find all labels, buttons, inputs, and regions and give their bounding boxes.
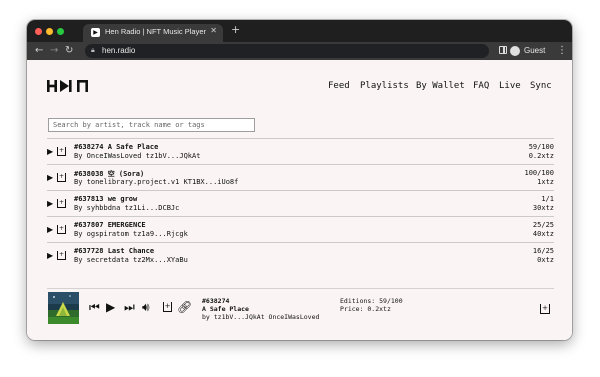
cover-art-image[interactable] — [48, 292, 79, 324]
previous-track-icon[interactable]: ⏮ — [89, 300, 100, 314]
track-price: 0.2xtz — [528, 152, 554, 160]
nav-live[interactable]: Live — [499, 81, 521, 91]
play-icon[interactable]: ▶ — [47, 173, 53, 182]
play-icon[interactable]: ▶ — [106, 300, 115, 314]
forward-arrow-icon[interactable]: → — [50, 44, 58, 57]
track-editions: 59/100 — [528, 143, 554, 151]
track-row[interactable]: ▶ + #637728 Last Chance By secretdata tz… — [47, 242, 554, 268]
track-price: 40xtz — [532, 230, 554, 238]
close-window-button[interactable] — [35, 28, 42, 35]
track-row[interactable]: ▶ + #637813 we grow By syhbbdna tz1Li...… — [47, 190, 554, 216]
nav-sync[interactable]: Sync — [530, 81, 552, 91]
player-track-title: A Safe Place — [202, 305, 249, 313]
play-icon[interactable]: ▶ — [47, 225, 53, 234]
tab-title: Hen Radio | NFT Music Player — [105, 27, 207, 36]
add-to-playlist-icon[interactable]: + — [57, 225, 66, 234]
hen-logo[interactable] — [47, 80, 89, 92]
avatar-icon — [510, 46, 520, 56]
track-editions: 1/1 — [541, 195, 554, 203]
side-panel-icon[interactable] — [499, 46, 507, 54]
track-price: 0xtz — [537, 256, 554, 264]
new-tab-button[interactable]: + — [231, 24, 240, 36]
maximize-window-button[interactable] — [57, 28, 64, 35]
add-to-playlist-icon[interactable]: + — [57, 147, 66, 156]
track-editions: 25/25 — [532, 221, 554, 229]
add-to-playlist-icon[interactable]: + — [57, 251, 66, 260]
list-divider — [47, 288, 554, 289]
browser-window: ▶ Hen Radio | NFT Music Player ✕ + ← → ↻… — [27, 20, 572, 340]
play-icon[interactable]: ▶ — [47, 147, 53, 156]
nav-by-wallet[interactable]: By Wallet — [416, 81, 465, 91]
track-row[interactable]: ▶ + #637807 EMERGENCE By ogspiratom tz1a… — [47, 216, 554, 242]
player-price: Price: 0.2xtz — [340, 305, 391, 313]
minimize-window-button[interactable] — [46, 28, 53, 35]
track-price: 1xtz — [537, 178, 554, 186]
browser-toolbar: ← → ↻ 🔒︎ hen.radio Guest ⋮ — [27, 42, 572, 60]
track-editions: 100/100 — [524, 169, 554, 177]
back-arrow-icon[interactable]: ← — [35, 44, 43, 57]
track-list: ▶ + #638274 A Safe Place By OnceIWasLove… — [47, 138, 554, 268]
track-editions: 16/25 — [532, 247, 554, 255]
add-to-playlist-icon[interactable]: + — [540, 304, 550, 314]
track-artist[interactable]: By syhbbdna tz1Li...DCBJc — [74, 204, 179, 212]
next-track-icon[interactable]: ⏭ — [124, 300, 135, 314]
more-menu-icon[interactable]: ⋮ — [557, 44, 567, 57]
track-artist[interactable]: By secretdata tz2Mx...XYaBu — [74, 256, 188, 264]
link-icon[interactable]: 🔗︎ — [177, 300, 192, 314]
track-price: 30xtz — [532, 204, 554, 212]
lock-icon: 🔒︎ — [91, 46, 95, 54]
player-editions: Editions: 59/100 — [340, 297, 403, 305]
browser-tab[interactable]: ▶ Hen Radio | NFT Music Player ✕ — [83, 24, 223, 42]
player-by-line[interactable]: by tz1bV...JQkAt OnceIWasLoved — [202, 313, 319, 321]
reload-icon[interactable]: ↻ — [65, 44, 73, 57]
track-row[interactable]: ▶ + #638274 A Safe Place By OnceIWasLove… — [47, 138, 554, 164]
url-text: hen.radio — [102, 46, 136, 55]
player-bar: ⏮ ▶ ⏭ 🔊︎ + 🔗︎ #638274 A Safe Place by tz… — [27, 292, 572, 340]
tab-bar: ▶ Hen Radio | NFT Music Player ✕ + — [27, 20, 572, 42]
nav-faq[interactable]: FAQ — [473, 81, 489, 91]
track-title[interactable]: #637728 Last Chance — [74, 247, 154, 255]
add-to-playlist-icon[interactable]: + — [163, 302, 172, 312]
add-to-playlist-icon[interactable]: + — [57, 173, 66, 182]
play-favicon-icon: ▶ — [91, 28, 100, 37]
track-artist[interactable]: By OnceIWasLoved tz1bV...JQkAt — [74, 152, 200, 160]
tab-close-icon[interactable]: ✕ — [210, 26, 217, 35]
track-title[interactable]: #637813 we grow — [74, 195, 137, 203]
track-artist[interactable]: By ogspiratom tz1a9...Rjcgk — [74, 230, 188, 238]
nav-playlists[interactable]: Playlists — [360, 81, 409, 91]
track-artist[interactable]: By tonelibrary.project.v1 KT1BX...iUo8f — [74, 178, 238, 186]
track-row[interactable]: ▶ + #638038 空 (Sora) By tonelibrary.proj… — [47, 164, 554, 190]
search-input[interactable] — [48, 118, 255, 132]
player-track-id: #638274 — [202, 297, 230, 305]
track-title[interactable]: #638274 A Safe Place — [74, 143, 158, 151]
page-content: Feed Playlists By Wallet FAQ Live Sync ▶… — [27, 60, 572, 340]
add-to-playlist-icon[interactable]: + — [57, 199, 66, 208]
profile-label: Guest — [524, 46, 546, 55]
volume-icon[interactable]: 🔊︎ — [142, 300, 150, 314]
play-icon[interactable]: ▶ — [47, 199, 53, 208]
track-title[interactable]: #637807 EMERGENCE — [74, 221, 146, 229]
address-bar[interactable]: 🔒︎ hen.radio — [85, 44, 489, 58]
nav-feed[interactable]: Feed — [328, 81, 350, 91]
play-icon[interactable]: ▶ — [47, 251, 53, 260]
